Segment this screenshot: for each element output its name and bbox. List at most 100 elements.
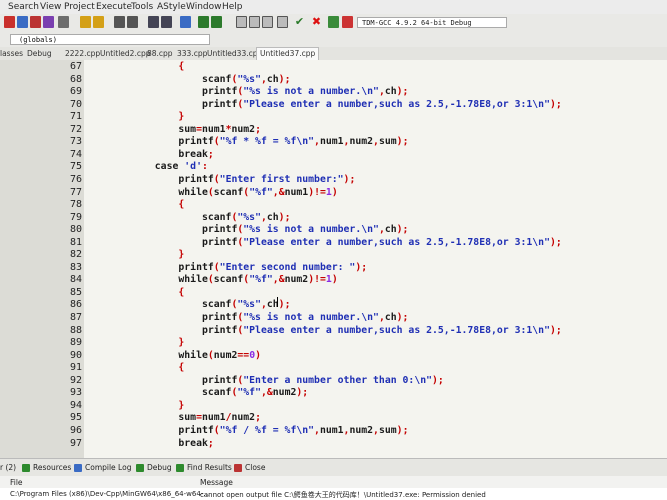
save-icon[interactable] (30, 16, 41, 28)
code-line: { (178, 61, 185, 72)
panel-tab-debug[interactable]: Debug (27, 49, 52, 58)
unindent-icon[interactable] (211, 16, 222, 28)
line-number: 69 (69, 86, 82, 98)
menu-execute[interactable]: Execute (96, 2, 132, 12)
run-icon[interactable] (249, 16, 260, 28)
profile-icon[interactable] (342, 16, 353, 28)
menu-help[interactable]: Help (222, 2, 243, 12)
indent-icon[interactable] (198, 16, 209, 28)
secondary-toolbar: (globals) (0, 32, 667, 47)
check-icon[interactable]: ✔ (294, 16, 305, 28)
compile-run-icon[interactable] (262, 16, 273, 28)
file-tab[interactable]: Untitled33.cpp (207, 49, 262, 58)
line-number: 93 (69, 387, 82, 399)
file-tab[interactable]: 2222.cpp (65, 49, 100, 58)
line-number: 74 (69, 148, 82, 160)
menu-window[interactable]: Window (186, 2, 222, 12)
file-tab[interactable]: 88.cpp (147, 49, 173, 58)
compile-icon[interactable] (236, 16, 247, 28)
bottom-tab[interactable]: r (2) (0, 463, 16, 472)
undo-icon[interactable] (80, 16, 91, 28)
bottom-panel-tabs: r (2) Resources Compile Log Debug Find Resul… (0, 458, 667, 477)
line-number: 85 (69, 286, 82, 298)
code-line: } (178, 249, 185, 261)
code-line: scanf("%s",ch); (84, 211, 291, 223)
message-text: cannot open output file C:\鳄鱼卷大王的代码库！\Un… (200, 491, 486, 499)
redo-icon[interactable] (93, 16, 104, 28)
line-number: 86 (69, 299, 82, 311)
file-tab[interactable]: Untitled2.cpp (100, 49, 150, 58)
line-number: 89 (69, 337, 82, 349)
bottom-tab[interactable]: Compile Log (74, 463, 131, 472)
bottom-tab[interactable]: Close (234, 463, 265, 472)
code-line: while(scanf("%f",&num2)!=1) (84, 274, 338, 286)
menu-project[interactable]: Project (64, 2, 95, 12)
code-line: printf("%f / %f = %f\n",num1,num2,sum); (84, 424, 409, 436)
menu-view[interactable]: View (40, 2, 61, 12)
print-icon[interactable] (58, 16, 69, 28)
code-line: printf("Please enter a number,such as 2.… (84, 98, 562, 110)
line-number: 88 (69, 324, 82, 336)
code-line: printf("%s is not a number.\n",ch); (84, 224, 409, 236)
replace-icon[interactable] (127, 16, 138, 28)
tab-icon (234, 463, 242, 472)
message-row[interactable]: C:\Program Files (x86)\Dev-Cpp\MinGW64\x… (0, 488, 667, 500)
compiler-select[interactable]: TDM-GCC 4.9.2 64-bit Debug (357, 17, 507, 28)
file-column-header: File (10, 478, 23, 487)
line-number: 97 (69, 437, 82, 449)
save-all-icon[interactable] (43, 16, 54, 28)
toggle-icon[interactable] (161, 16, 172, 28)
line-number: 75 (69, 161, 82, 173)
code-line: printf("%s is not a number.\n",ch); (84, 86, 409, 98)
line-number-gutter: 67−6869707172737475767778−79808182838485… (0, 60, 93, 458)
code-line: { (178, 199, 185, 211)
bottom-tab[interactable]: Find Results (176, 463, 232, 472)
code-line: printf("Enter second number: "); (84, 261, 368, 273)
rebuild-icon[interactable] (277, 16, 288, 28)
bottom-tab[interactable]: Resources (22, 463, 71, 472)
line-number: 72 (69, 123, 82, 135)
find-icon[interactable] (114, 16, 125, 28)
menu-astyle[interactable]: AStyle (157, 2, 186, 12)
code-line: } (178, 399, 185, 411)
code-line: printf("Enter first number:"); (84, 173, 356, 185)
menu-search[interactable]: Search (8, 2, 39, 12)
grid-icon[interactable] (148, 16, 159, 28)
bottom-tab[interactable]: Debug (136, 463, 172, 472)
scope-select[interactable]: (globals) (10, 34, 210, 45)
menu-bar: Search View Project Execute Tools AStyle Windo… (0, 0, 667, 14)
chart-icon[interactable] (328, 16, 339, 28)
code-line: } (178, 337, 185, 349)
message-file: C:\Program Files (x86)\Dev-Cpp\MinGW64\x… (10, 490, 210, 498)
line-number: 90 (69, 349, 82, 361)
line-number: 79 (69, 211, 82, 223)
tab-icon (22, 463, 30, 472)
code-line: while(num2==0) (84, 349, 261, 361)
line-number: 77 (69, 186, 82, 198)
code-line: scanf("%s",ch); (84, 299, 291, 311)
goto-icon[interactable] (180, 16, 191, 28)
new-file-icon[interactable] (4, 16, 15, 28)
line-number: 67 (69, 61, 82, 72)
line-number: 95 (69, 412, 82, 424)
line-number: 94 (69, 399, 82, 411)
code-line: scanf("%s",ch); (84, 73, 291, 85)
stop-icon[interactable]: ✖ (311, 16, 322, 28)
bottom-tab-label: Debug (147, 463, 172, 472)
line-number: 73 (69, 136, 82, 148)
file-tab[interactable]: Untitled37.cpp (256, 47, 320, 60)
message-column-header: Message (200, 478, 233, 487)
tab-icon (176, 463, 184, 472)
code-line: printf("%s is not a number.\n",ch); (84, 312, 409, 323)
code-line: } (178, 111, 185, 123)
line-number: 84 (69, 274, 82, 286)
bottom-tab-label: r (2) (0, 463, 17, 472)
code-editor[interactable]: { scanf("%s",ch); printf("%s is not a nu… (84, 60, 667, 458)
bottom-tab-label: Find Results (187, 463, 232, 472)
line-number: 68 (69, 73, 82, 85)
open-icon[interactable] (17, 16, 28, 28)
line-number: 71 (69, 111, 82, 123)
file-tab[interactable]: 333.cpp (177, 49, 207, 58)
panel-tab-lasses[interactable]: lasses (0, 49, 23, 58)
menu-tools[interactable]: Tools (131, 2, 153, 12)
